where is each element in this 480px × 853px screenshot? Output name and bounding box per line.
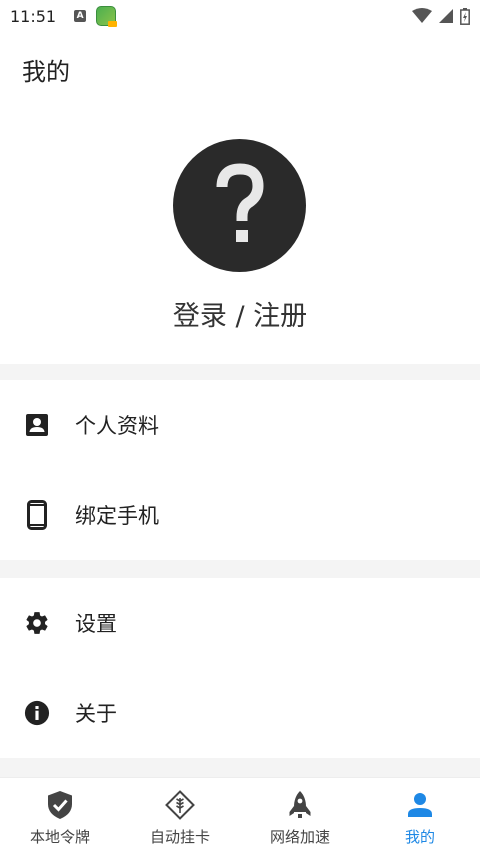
nav-tab-auto-idle[interactable]: 自动挂卡 <box>120 778 240 853</box>
status-time: 11:51 <box>10 6 57 26</box>
wheat-diamond-icon <box>165 790 195 820</box>
avatar[interactable] <box>173 139 306 272</box>
nav-tab-mine-label: 我的 <box>404 828 435 846</box>
menu-item-settings-label: 设置 <box>75 612 117 636</box>
section-divider <box>0 758 480 777</box>
menu-item-bind-phone[interactable]: 绑定手机 <box>0 470 480 560</box>
menu-item-about-label: 关于 <box>75 702 117 726</box>
login-register-button[interactable]: 登录 / 注册 <box>0 294 480 333</box>
section-divider <box>0 364 480 380</box>
a-badge-icon: A <box>74 10 87 22</box>
status-icons <box>412 7 470 25</box>
nav-tab-local-token[interactable]: 本地令牌 <box>0 778 120 853</box>
menu-item-bind-phone-label: 绑定手机 <box>75 504 159 528</box>
question-mark-icon <box>216 162 264 242</box>
nav-tab-network-boost[interactable]: 网络加速 <box>240 778 360 853</box>
menu-item-about[interactable]: 关于 <box>0 668 480 758</box>
person-icon <box>405 790 435 820</box>
nav-tab-auto-idle-label: 自动挂卡 <box>149 828 210 846</box>
battery-icon <box>460 7 470 25</box>
page-title: 我的 <box>22 58 70 86</box>
nav-tab-local-token-label: 本地令牌 <box>29 828 90 846</box>
app-notification-icon <box>96 6 118 27</box>
rocket-icon <box>285 790 315 820</box>
bottom-navigation: 本地令牌 自动挂卡 网络加速 我的 <box>0 777 480 853</box>
smartphone-icon <box>24 500 50 530</box>
status-bar: 11:51 A <box>0 0 480 32</box>
signal-icon <box>439 9 453 23</box>
menu-item-settings[interactable]: 设置 <box>0 578 480 668</box>
info-icon <box>24 700 50 726</box>
menu-item-profile[interactable]: 个人资料 <box>0 380 480 470</box>
nav-tab-network-boost-label: 网络加速 <box>269 828 330 846</box>
menu-item-profile-label: 个人资料 <box>75 414 159 438</box>
gear-icon <box>24 610 50 636</box>
wifi-icon <box>412 8 432 23</box>
contact-card-icon <box>24 412 50 438</box>
nav-tab-mine[interactable]: 我的 <box>360 778 480 853</box>
shield-check-icon <box>45 790 75 820</box>
section-divider <box>0 560 480 578</box>
